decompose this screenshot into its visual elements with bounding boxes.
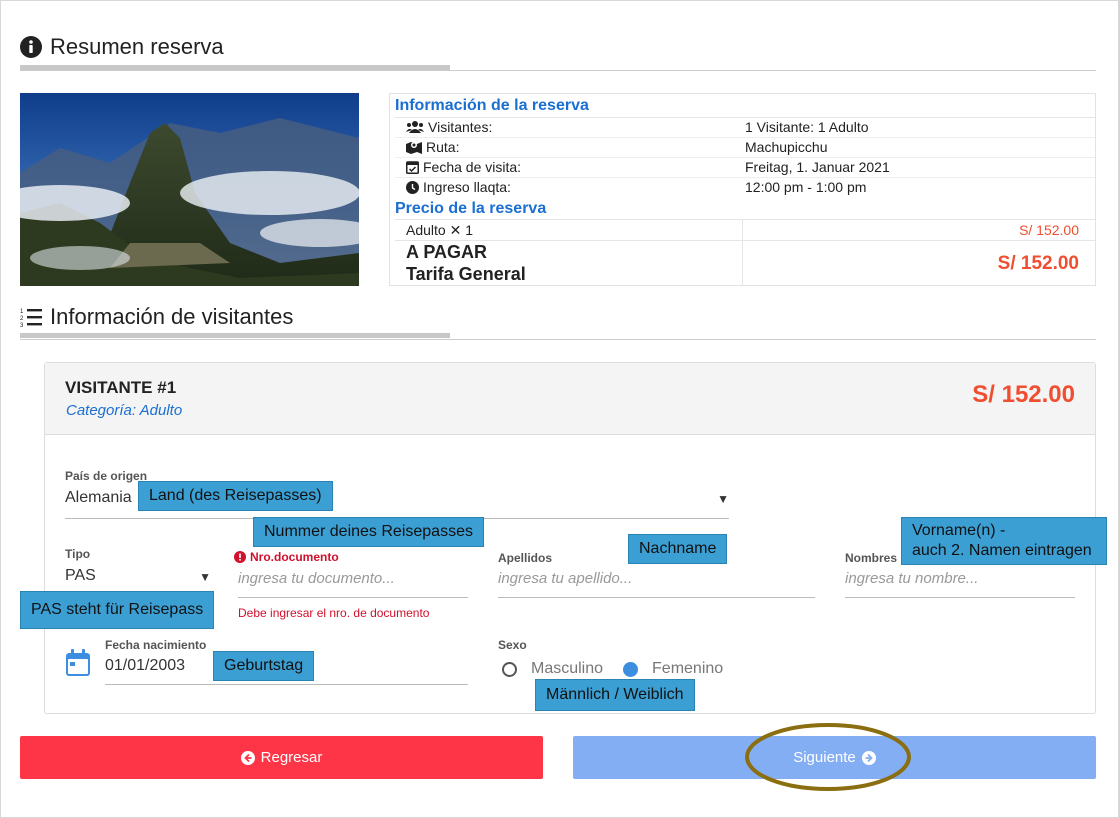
svg-text:1: 1 bbox=[20, 309, 24, 315]
names-label: Nombres bbox=[845, 551, 898, 565]
dropdown-arrow-icon: ▼ bbox=[199, 570, 211, 584]
reservation-info-heading: Información de la reserva bbox=[395, 97, 589, 114]
visitor-card-header: VISITANTE #1 Categoría: Adulto S/ 152.00 bbox=[45, 363, 1095, 435]
clock-icon bbox=[406, 180, 419, 194]
country-value: Alemania bbox=[65, 489, 132, 506]
surname-label: Apellidos bbox=[498, 551, 553, 565]
annotation-names-line2: auch 2. Namen eintragen bbox=[912, 542, 1092, 559]
country-label: País de origen bbox=[65, 469, 148, 483]
highlight-ellipse bbox=[745, 723, 911, 791]
visit-date-row-label: Fecha de visita: bbox=[406, 159, 521, 175]
visitors-label: Visitantes: bbox=[428, 119, 493, 135]
arrow-left-circle-icon bbox=[240, 750, 255, 765]
error-icon bbox=[234, 551, 246, 563]
ordered-list-icon: 1 2 3 bbox=[20, 309, 42, 328]
annotation-country: Land (des Reisepasses) bbox=[138, 481, 333, 511]
surname-input[interactable]: ingresa tu apellido... bbox=[498, 570, 632, 587]
route-value: Machupicchu bbox=[745, 139, 828, 155]
entry-row-label: Ingreso llaqta: bbox=[406, 179, 511, 195]
dropdown-arrow-icon: ▼ bbox=[717, 492, 729, 506]
users-icon bbox=[406, 121, 424, 133]
sex-radio-group: Masculino Femenino bbox=[502, 660, 723, 678]
radio-unchecked-icon[interactable] bbox=[502, 661, 517, 677]
male-label: Masculino bbox=[531, 660, 604, 677]
visit-date-value: Freitag, 1. Januar 2021 bbox=[745, 159, 890, 175]
visitor-price: S/ 152.00 bbox=[972, 381, 1075, 408]
annotation-names: Vorname(n) - auch 2. Namen eintragen bbox=[901, 517, 1107, 565]
annotation-sex: Männlich / Weiblich bbox=[535, 679, 695, 711]
calendar-check-icon bbox=[406, 161, 419, 174]
summary-section-title: Resumen reserva bbox=[20, 34, 224, 60]
annotation-birth: Geburtstag bbox=[213, 651, 315, 681]
tariff-label: Tarifa General bbox=[406, 264, 526, 284]
type-label: Tipo bbox=[65, 547, 91, 561]
map-marker-icon bbox=[406, 142, 422, 154]
radio-checked-icon[interactable] bbox=[623, 661, 639, 677]
type-select[interactable]: PAS ▼ bbox=[65, 567, 211, 593]
machu-picchu-photo bbox=[20, 93, 359, 286]
entry-label: Ingreso llaqta: bbox=[423, 179, 511, 195]
document-label-group: Nro.documento bbox=[234, 550, 339, 564]
document-error: Debe ingresar el nro. de documento bbox=[238, 606, 430, 620]
names-input[interactable]: ingresa tu nombre... bbox=[845, 570, 978, 587]
annotation-names-line1: Vorname(n) - bbox=[912, 522, 1006, 539]
visitors-row-label: Visitantes: bbox=[406, 119, 492, 135]
total-price: S/ 152.00 bbox=[997, 253, 1079, 274]
type-value: PAS bbox=[65, 567, 96, 584]
visit-date-label: Fecha de visita: bbox=[423, 159, 522, 175]
route-row-label: Ruta: bbox=[406, 139, 459, 155]
back-button-label: Regresar bbox=[260, 749, 323, 766]
visitor-heading: VISITANTE #1 bbox=[65, 378, 177, 397]
adult-line: Adulto ✕ 1 bbox=[406, 222, 473, 238]
birth-input[interactable]: 01/01/2003 bbox=[105, 657, 185, 675]
price-heading: Precio de la reserva bbox=[395, 200, 547, 217]
to-pay-label: A PAGAR bbox=[406, 242, 487, 262]
visitors-title-text: Información de visitantes bbox=[50, 304, 294, 329]
visitors-value: 1 Visitante: 1 Adulto bbox=[745, 119, 869, 135]
back-button[interactable]: Regresar bbox=[20, 736, 543, 779]
info-icon bbox=[20, 36, 42, 58]
visitors-section-title: 1 2 3 Información de visitantes bbox=[20, 304, 293, 330]
female-option[interactable]: Femenino bbox=[623, 660, 723, 678]
female-label: Femenino bbox=[652, 660, 724, 677]
adult-price: S/ 152.00 bbox=[1019, 222, 1079, 238]
annotation-document: Nummer deines Reisepasses bbox=[253, 517, 484, 547]
visitor-category: Categoría: Adulto bbox=[66, 402, 183, 419]
annotation-surname: Nachname bbox=[628, 534, 728, 564]
calendar-icon[interactable] bbox=[65, 649, 91, 677]
document-label: Nro.documento bbox=[250, 550, 339, 564]
summary-title-text: Resumen reserva bbox=[50, 34, 224, 59]
male-option[interactable]: Masculino bbox=[502, 660, 603, 678]
entry-value: 12:00 pm - 1:00 pm bbox=[745, 179, 867, 195]
birth-label: Fecha nacimiento bbox=[105, 638, 207, 652]
document-input[interactable]: ingresa tu documento... bbox=[238, 570, 395, 587]
svg-text:2: 2 bbox=[20, 316, 24, 322]
sex-label: Sexo bbox=[498, 638, 527, 652]
reservation-info-panel: Información de la reserva Visitantes: 1 … bbox=[389, 93, 1096, 286]
route-label: Ruta: bbox=[426, 139, 460, 155]
svg-text:3: 3 bbox=[20, 323, 24, 328]
annotation-type: PAS steht für Reisepass bbox=[20, 591, 215, 629]
